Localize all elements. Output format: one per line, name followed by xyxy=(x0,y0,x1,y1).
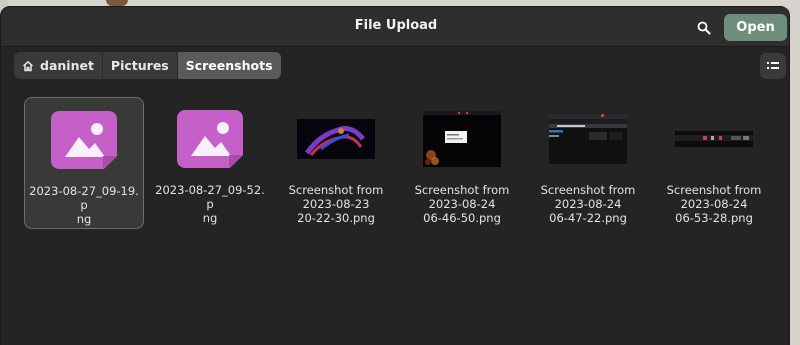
image-file-icon xyxy=(51,111,117,169)
file-name: Screenshot from 2023-08-23 20-22-30.png xyxy=(278,183,394,225)
search-icon xyxy=(697,21,711,35)
file-item[interactable]: 2023-08-27_09-52.p ng xyxy=(150,97,270,229)
dialog-title: File Upload xyxy=(354,18,438,33)
breadcrumb-item-home[interactable]: daninet xyxy=(14,52,103,79)
file-name-line: 20-22-30.png xyxy=(297,211,375,225)
breadcrumb-item-pictures[interactable]: Pictures xyxy=(103,52,178,79)
file-name: 2023-08-27_09-52.p ng xyxy=(152,183,268,225)
file-name-line: Screenshot from xyxy=(288,183,384,197)
view-options-button[interactable] xyxy=(760,53,786,79)
backdrop-right-strip xyxy=(790,0,800,345)
screenshot-thumbnail xyxy=(297,119,375,159)
file-name: Screenshot from 2023-08-24 06-53-28.png xyxy=(656,183,772,225)
file-name-line: 2023-08-23 xyxy=(302,197,370,211)
file-name-line: Screenshot from xyxy=(540,183,636,197)
file-name-line: 2023-08-27_09-19.p xyxy=(29,184,139,212)
file-name-line: 06-46-50.png xyxy=(423,211,501,225)
screenshot-thumbnail xyxy=(675,131,753,147)
file-thumbnail xyxy=(276,107,396,171)
list-view-icon xyxy=(767,62,779,69)
file-upload-dialog: File Upload Open daninet Pictures Screen… xyxy=(0,6,790,345)
file-name-line: ng xyxy=(202,211,218,225)
file-name-line: 2023-08-27_09-52.p xyxy=(155,183,265,211)
file-thumbnail xyxy=(25,108,143,172)
file-thumbnail xyxy=(150,107,270,171)
file-name-line: Screenshot from xyxy=(414,183,510,197)
screenshot-thumbnail xyxy=(423,111,501,167)
file-item[interactable]: 2023-08-27_09-19.p ng xyxy=(24,97,144,229)
file-name-line: ng xyxy=(76,212,92,226)
file-thumbnail xyxy=(654,107,774,171)
file-name: Screenshot from 2023-08-24 06-46-50.png xyxy=(404,183,520,225)
file-item[interactable]: Screenshot from 2023-08-24 06-46-50.png xyxy=(402,97,522,229)
home-icon xyxy=(22,60,34,71)
file-name-line: 06-53-28.png xyxy=(675,211,753,225)
file-name-line: 06-47-22.png xyxy=(549,211,627,225)
file-thumbnail xyxy=(402,107,522,171)
screenshot-thumbnail xyxy=(549,114,627,164)
open-button[interactable]: Open xyxy=(724,14,787,41)
file-item[interactable]: Screenshot from 2023-08-24 06-47-22.png xyxy=(528,97,648,229)
header-bar: File Upload Open xyxy=(1,7,789,47)
breadcrumb-label: Screenshots xyxy=(185,58,273,73)
image-file-icon xyxy=(177,110,243,168)
breadcrumb-item-screenshots[interactable]: Screenshots xyxy=(177,52,281,79)
search-button[interactable] xyxy=(691,15,717,41)
file-name: Screenshot from 2023-08-24 06-47-22.png xyxy=(530,183,646,225)
file-thumbnail xyxy=(528,107,648,171)
breadcrumb-label: daninet xyxy=(40,58,94,73)
file-name: 2023-08-27_09-19.p ng xyxy=(27,184,141,226)
file-name-line: 2023-08-24 xyxy=(428,197,496,211)
file-name-line: Screenshot from xyxy=(666,183,762,197)
file-name-line: 2023-08-24 xyxy=(554,197,622,211)
file-grid: 2023-08-27_09-19.p ng 2023-08-27_09-52.p… xyxy=(21,97,781,247)
breadcrumb-label: Pictures xyxy=(110,58,169,73)
file-name-line: 2023-08-24 xyxy=(680,197,748,211)
file-item[interactable]: Screenshot from 2023-08-24 06-53-28.png xyxy=(654,97,774,229)
breadcrumb: daninet Pictures Screenshots xyxy=(14,52,281,79)
file-item[interactable]: Screenshot from 2023-08-23 20-22-30.png xyxy=(276,97,396,229)
